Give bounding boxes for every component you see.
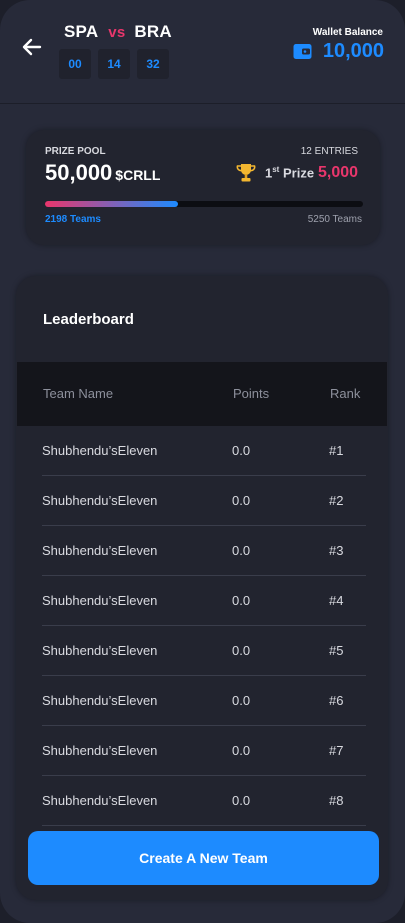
row-points: 0.0 [232,693,251,708]
table-row[interactable]: Shubhendu’sEleven 0.0 #8 [16,776,388,826]
row-rank: #2 [329,493,344,508]
row-rank: #4 [329,593,344,608]
row-rank: #1 [329,443,344,458]
trophy-icon [236,164,256,182]
row-rank: #5 [329,643,344,658]
table-row[interactable]: Shubhendu’sEleven 0.0 #4 [16,576,388,626]
row-rank: #8 [329,793,344,808]
row-rank: #7 [329,743,344,758]
table-row[interactable]: Shubhendu’sEleven 0.0 #6 [16,676,388,726]
back-arrow-icon[interactable] [20,35,44,59]
leaderboard-card: Leaderboard Team Name Points Rank Shubhe… [16,276,388,900]
create-new-team-button[interactable]: Create A New Team [28,831,379,885]
wallet-icon[interactable] [293,43,312,60]
row-points: 0.0 [232,443,251,458]
row-team-name: Shubhendu’sEleven [42,593,158,608]
row-points: 0.0 [232,793,251,808]
row-divider [42,825,366,826]
column-points: Points [233,386,270,401]
prize-pool-card: PRIZE POOL 50,000 $CRLL 12 ENTRIES 1st Pr… [26,130,380,245]
first-prize-ordinal: st [272,165,280,174]
row-points: 0.0 [232,743,251,758]
timer-minutes: 14 [98,49,130,79]
first-prize-label: 1st Prize [265,165,314,180]
wallet-balance-amount: 10,000 [322,40,384,62]
vs-label: vs [108,24,126,41]
row-points: 0.0 [232,543,251,558]
match-header: SPA vs BRA 00 14 32 Wallet Balance 10,000 [0,0,405,104]
entries-progress-bar [45,201,363,207]
row-rank: #3 [329,543,344,558]
row-points: 0.0 [232,493,251,508]
table-row[interactable]: Shubhendu’sEleven 0.0 #5 [16,626,388,676]
table-row[interactable]: Shubhendu’sEleven 0.0 #2 [16,476,388,526]
entries-progress-fill [45,201,179,207]
prize-currency: $CRLL [115,167,161,183]
prize-pool-label: PRIZE POOL [45,146,106,157]
teams-joined: 2198 Teams [45,214,101,225]
row-team-name: Shubhendu’sEleven [42,443,158,458]
table-row[interactable]: Shubhendu’sEleven 0.0 #7 [16,726,388,776]
timer-hours: 00 [59,49,91,79]
row-points: 0.0 [232,593,251,608]
row-team-name: Shubhendu’sEleven [42,493,158,508]
leaderboard-rows: Shubhendu’sEleven 0.0 #1 Shubhendu’sEleven… [16,426,388,826]
row-team-name: Shubhendu’sEleven [42,793,158,808]
entries-count: 12 ENTRIES [300,146,358,157]
row-team-name: Shubhendu’sEleven [42,643,158,658]
prize-pool-value: 50,000 [45,160,113,185]
table-row[interactable]: Shubhendu’sEleven 0.0 #3 [16,526,388,576]
app-frame: SPA vs BRA 00 14 32 Wallet Balance 10,000 … [0,0,405,923]
first-prize-amount: 5,000 [318,164,359,181]
team-a-name: SPA [64,22,99,41]
wallet-balance-label: Wallet Balance [312,27,383,38]
row-team-name: Shubhendu’sEleven [42,693,158,708]
leaderboard-title: Leaderboard [43,311,134,328]
prize-pool-amount: 50,000 $CRLL [45,160,160,186]
first-prize-word: Prize [282,165,315,181]
table-row[interactable]: Shubhendu’sEleven 0.0 #1 [16,426,388,476]
teams-total: 5250 Teams [307,214,362,225]
team-b-name: BRA [134,22,172,41]
match-teams: SPA vs BRA [64,22,172,42]
column-team-name: Team Name [43,386,114,401]
column-rank: Rank [330,386,361,401]
leaderboard-header-row: Team Name Points Rank [17,362,387,426]
row-team-name: Shubhendu’sEleven [42,543,158,558]
row-rank: #6 [329,693,344,708]
row-team-name: Shubhendu’sEleven [42,743,158,758]
row-points: 0.0 [232,643,251,658]
timer-seconds: 32 [137,49,169,79]
